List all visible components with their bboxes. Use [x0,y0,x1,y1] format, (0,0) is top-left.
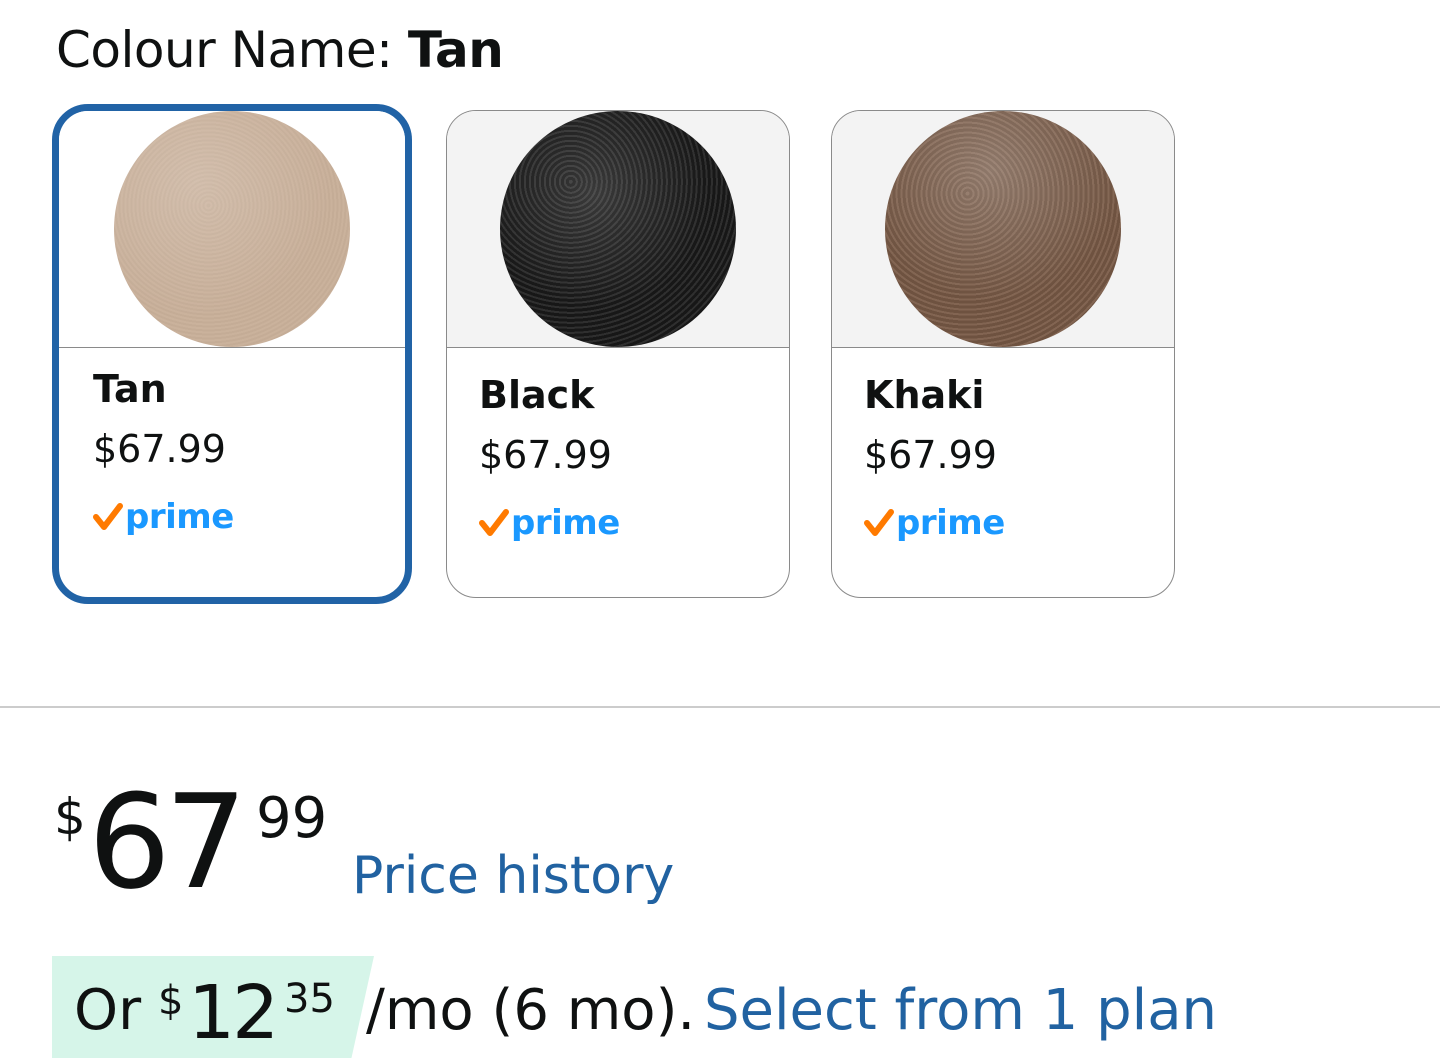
colour-header: Colour Name: Tan [56,18,504,82]
swatch-khaki[interactable]: Khaki $67.99 prime [831,110,1175,598]
installment-whole: 12 [188,970,279,1056]
price-currency-symbol: $ [54,788,86,846]
prime-check-icon [864,509,894,536]
black-leather-swatch-image [500,111,736,347]
installment-term: /mo (6 mo). [366,978,696,1043]
select-plan-link[interactable]: Select from 1 plan [704,978,1217,1043]
swatch-name: Khaki [864,373,985,417]
prime-label: prime [125,497,234,537]
swatch-tan[interactable]: Tan $67.99 prime [52,104,412,604]
swatch-image-area [832,111,1174,348]
price-whole: 67 [88,766,247,918]
tan-leather-swatch-image [114,111,350,347]
swatch-info: Black $67.99 prime [447,347,789,597]
prime-badge: prime [864,503,1005,543]
prime-badge: prime [93,497,234,537]
prime-check-icon [479,509,509,536]
swatch-name: Black [479,373,595,417]
prime-label: prime [896,503,1005,543]
prime-check-icon [93,503,123,530]
colour-label: Colour Name: [56,21,393,79]
prime-badge: prime [479,503,620,543]
price-history-link[interactable]: Price history [352,846,674,906]
swatch-price: $67.99 [864,433,997,477]
price-fraction: 99 [256,786,328,851]
installment-fraction: 35 [284,976,335,1022]
colour-selected-value: Tan [407,21,504,79]
installment-currency-symbol: $ [158,978,184,1024]
swatch-price: $67.99 [93,427,226,471]
swatch-image-area [447,111,789,348]
swatch-price: $67.99 [479,433,612,477]
khaki-leather-swatch-image [885,111,1121,347]
swatch-black[interactable]: Black $67.99 prime [446,110,790,598]
section-divider [0,706,1440,708]
swatch-info: Khaki $67.99 prime [832,347,1174,597]
swatch-name: Tan [93,367,167,411]
installment-prefix: Or [74,978,142,1043]
prime-label: prime [511,503,620,543]
swatch-image-area [59,111,405,348]
swatch-info: Tan $67.99 prime [59,347,405,597]
